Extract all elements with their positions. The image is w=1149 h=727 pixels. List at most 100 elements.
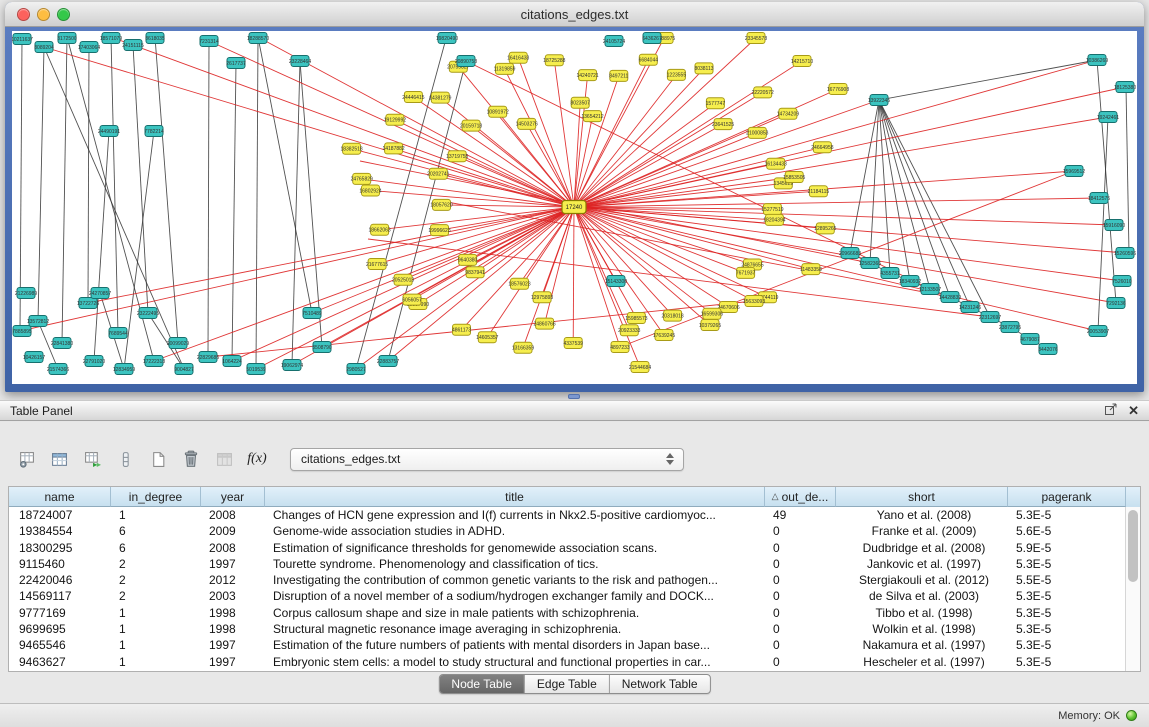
svg-text:3508790: 3508790 xyxy=(312,345,332,351)
svg-text:15633093: 15633093 xyxy=(743,299,765,305)
svg-text:19062974: 19062974 xyxy=(281,363,303,369)
table-row[interactable]: 946362711997Embryonic stem cells: a mode… xyxy=(9,654,1125,670)
cell-in_degree: 1 xyxy=(111,507,201,523)
splitter-handle[interactable] xyxy=(568,394,580,399)
table-row[interactable]: 2242004622012Investigating the contribut… xyxy=(9,572,1125,588)
cell-year: 1997 xyxy=(201,637,265,653)
svg-text:18340932: 18340932 xyxy=(899,279,921,285)
vertical-scrollbar[interactable] xyxy=(1125,507,1140,671)
svg-text:15260596: 15260596 xyxy=(1114,251,1136,257)
cell-name: 9465546 xyxy=(9,637,111,653)
svg-text:19129992: 19129992 xyxy=(384,118,406,124)
table-row[interactable]: 1938455462009Genome-wide association stu… xyxy=(9,523,1125,539)
cell-out_degree: 0 xyxy=(765,621,836,637)
status-bar: Memory: OK xyxy=(0,703,1149,727)
minimize-window-button[interactable] xyxy=(37,8,50,21)
svg-text:4861173: 4861173 xyxy=(452,328,471,334)
cell-in_degree: 1 xyxy=(111,654,201,670)
cell-short: Franke et al. (2009) xyxy=(836,523,1008,539)
svg-text:18576023: 18576023 xyxy=(508,282,530,288)
close-window-button[interactable] xyxy=(17,8,30,21)
svg-text:23345578: 23345578 xyxy=(745,36,767,42)
new-document-button[interactable] xyxy=(144,446,172,472)
table-row[interactable]: 1872400712008Changes of HCN gene express… xyxy=(9,507,1125,523)
cell-in_degree: 1 xyxy=(111,621,201,637)
svg-text:19242461: 19242461 xyxy=(1097,115,1119,121)
tab-network-table[interactable]: Network Table xyxy=(610,675,710,693)
cell-name: 18300295 xyxy=(9,540,111,556)
cell-short: Tibbo et al. (1998) xyxy=(836,605,1008,621)
svg-text:16599306: 16599306 xyxy=(701,312,723,318)
table-row[interactable]: 1830029562008Estimation of significance … xyxy=(9,540,1125,556)
column-header-year[interactable]: year xyxy=(201,487,265,507)
citation-network-graph[interactable]: 1838251814187882191299922444641514381279… xyxy=(12,31,1137,384)
zoom-window-button[interactable] xyxy=(57,8,70,21)
svg-text:15277519: 15277519 xyxy=(761,207,783,213)
svg-text:24490191: 24490191 xyxy=(98,129,120,135)
svg-text:14231246: 14231246 xyxy=(959,305,981,311)
cell-year: 2008 xyxy=(201,540,265,556)
column-header-pagerank[interactable]: pagerank xyxy=(1008,487,1126,507)
table-selector[interactable]: citations_edges.txt xyxy=(290,448,684,471)
tab-edge-table[interactable]: Edge Table xyxy=(525,675,610,693)
function-builder-button[interactable]: f(x) xyxy=(243,446,271,472)
column-header-title[interactable]: title xyxy=(265,487,765,507)
table-row[interactable]: 946554611997Estimation of the future num… xyxy=(9,637,1125,653)
cell-title: Changes of HCN gene expression and I(f) … xyxy=(265,507,765,523)
cell-in_degree: 2 xyxy=(111,572,201,588)
cell-title: Embryonic stem cells: a model to study s… xyxy=(265,654,765,670)
float-panel-icon[interactable] xyxy=(1104,402,1118,419)
row-height-button[interactable] xyxy=(111,446,139,472)
svg-text:18382518: 18382518 xyxy=(340,147,362,153)
table-row[interactable]: 969969511998Structural magnetic resonanc… xyxy=(9,621,1125,637)
svg-text:10891972: 10891972 xyxy=(487,110,509,116)
cell-year: 2008 xyxy=(201,507,265,523)
cell-year: 2012 xyxy=(201,572,265,588)
cell-short: Yano et al. (2008) xyxy=(836,507,1008,523)
svg-text:20966683: 20966683 xyxy=(839,251,861,257)
svg-text:3442076: 3442076 xyxy=(1038,347,1058,353)
cell-title: Investigating the contribution of common… xyxy=(265,572,765,588)
svg-text:4355731: 4355731 xyxy=(880,271,900,277)
column-header-short[interactable]: short xyxy=(836,487,1008,507)
cell-pagerank: 5.3E-5 xyxy=(1008,637,1125,653)
svg-text:20099029: 20099029 xyxy=(167,341,189,347)
svg-text:6436267: 6436267 xyxy=(642,36,662,42)
svg-text:22220572: 22220572 xyxy=(752,90,774,96)
cell-short: Wolkin et al. (1998) xyxy=(836,621,1008,637)
import-table-button[interactable] xyxy=(78,446,106,472)
column-header-name[interactable]: name xyxy=(9,487,111,507)
svg-text:12975893: 12975893 xyxy=(531,295,553,301)
svg-text:12582366: 12582366 xyxy=(859,261,881,267)
delete-table-button[interactable] xyxy=(177,446,205,472)
svg-text:13922345: 13922345 xyxy=(868,98,890,104)
svg-text:7526010: 7526010 xyxy=(1112,279,1132,285)
svg-text:24105724: 24105724 xyxy=(603,39,625,45)
table-mode-button[interactable] xyxy=(12,446,40,472)
cell-name: 9115460 xyxy=(9,556,111,572)
svg-text:15969512: 15969512 xyxy=(1063,169,1085,175)
network-canvas[interactable]: 1838251814187882191299922444641514381279… xyxy=(5,27,1144,392)
cell-out_degree: 0 xyxy=(765,572,836,588)
combo-arrows-icon xyxy=(663,453,677,465)
new-document-icon xyxy=(150,451,167,468)
table-row[interactable]: 1456911722003Disruption of a novel membe… xyxy=(9,588,1125,604)
cell-out_degree: 0 xyxy=(765,654,836,670)
table-disabled-button[interactable] xyxy=(210,446,238,472)
scrollbar-thumb[interactable] xyxy=(1128,510,1138,582)
column-header-label: in_degree xyxy=(129,490,182,504)
network-window-titlebar[interactable]: citations_edges.txt xyxy=(5,2,1144,27)
tab-node-table[interactable]: Node Table xyxy=(439,675,525,693)
table-row[interactable]: 911546021997Tourette syndrome. Phenomeno… xyxy=(9,556,1125,572)
column-header-in_degree[interactable]: in_degree xyxy=(111,487,201,507)
svg-text:8038113: 8038113 xyxy=(694,66,713,72)
svg-text:7689544: 7689544 xyxy=(108,331,128,337)
svg-text:20890758: 20890758 xyxy=(455,59,477,65)
close-panel-icon[interactable]: ✕ xyxy=(1128,403,1139,419)
svg-text:3172500: 3172500 xyxy=(57,36,77,42)
table-row[interactable]: 977716911998Corpus callosum shape and si… xyxy=(9,605,1125,621)
cell-in_degree: 1 xyxy=(111,605,201,621)
column-header-out_degree[interactable]: △out_de... xyxy=(765,487,836,507)
show-columns-button[interactable] xyxy=(45,446,73,472)
svg-text:7885895: 7885895 xyxy=(12,329,32,335)
